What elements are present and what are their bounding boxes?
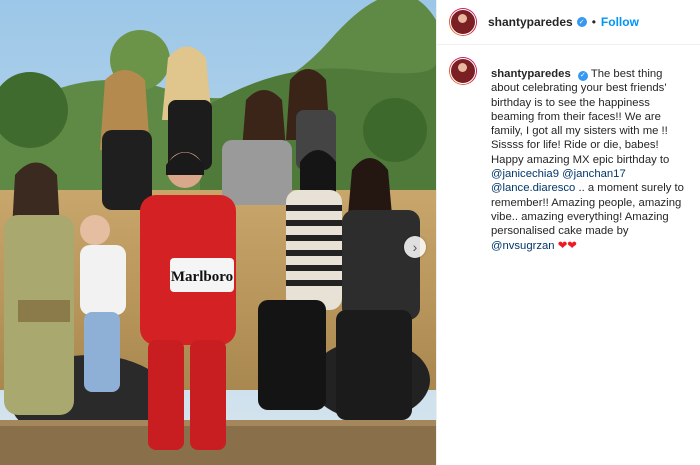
verified-badge-icon: ✓ bbox=[577, 71, 588, 82]
header-username[interactable]: shantyparedes bbox=[488, 15, 573, 29]
post-photo[interactable]: Marlboro › bbox=[0, 0, 436, 465]
caption-username[interactable]: shantyparedes bbox=[491, 68, 571, 80]
mention-link[interactable]: @lance.diaresco bbox=[491, 182, 575, 194]
caption-text: shantyparedes ✓ The best thing about cel… bbox=[491, 67, 689, 253]
mention-link[interactable]: @janicechia9 bbox=[491, 168, 559, 180]
post-sidebar: shantyparedes ✓ • Follow shantyparedes ✓… bbox=[436, 0, 700, 465]
caption-body-1: The best thing about celebrating your be… bbox=[491, 68, 670, 166]
instagram-post: Marlboro › shantyparedes ✓ • Follow shan… bbox=[0, 0, 700, 465]
caption-avatar[interactable] bbox=[449, 57, 477, 85]
verified-badge-icon: ✓ bbox=[576, 17, 587, 27]
separator-dot: • bbox=[591, 15, 596, 29]
caption-row: shantyparedes ✓ The best thing about cel… bbox=[437, 45, 700, 253]
group-photo-image: Marlboro bbox=[0, 0, 436, 465]
mention-link[interactable]: @janchan17 bbox=[562, 168, 626, 180]
mention-link[interactable]: @nvsugrzan bbox=[491, 240, 555, 252]
post-header: shantyparedes ✓ • Follow bbox=[437, 0, 700, 45]
avatar[interactable] bbox=[449, 8, 477, 36]
suit-logo-text: Marlboro bbox=[171, 269, 233, 285]
heart-emoji-icon: ❤❤ bbox=[557, 239, 577, 252]
carousel-next-button[interactable]: › bbox=[404, 236, 426, 258]
follow-button[interactable]: Follow bbox=[601, 15, 639, 29]
